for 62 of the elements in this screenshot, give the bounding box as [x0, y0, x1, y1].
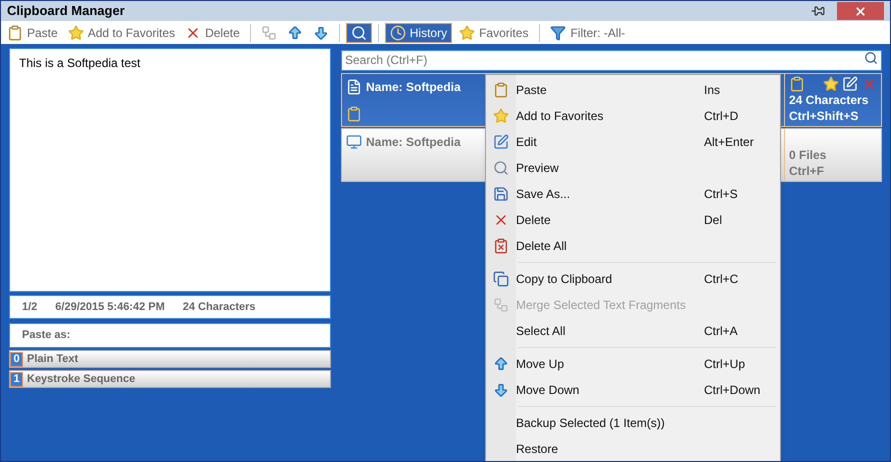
clip-name: Name: Softpedia	[366, 134, 461, 151]
search-icon[interactable]	[864, 51, 878, 65]
menu-item[interactable]: Save As... Ctrl+S	[486, 181, 780, 207]
menu-item[interactable]: Copy to Clipboard Ctrl+C	[486, 266, 780, 292]
clip-shortcut: Ctrl+Shift+S	[789, 108, 860, 124]
merge-icon	[493, 297, 509, 313]
menu-item[interactable]: Delete All	[486, 233, 780, 259]
clip-size: 24 Characters	[789, 92, 870, 108]
menu-item[interactable]: Edit Alt+Enter	[486, 129, 780, 155]
edit-icon	[493, 134, 509, 150]
floppy-icon	[493, 186, 509, 202]
close-icon	[854, 4, 867, 18]
menu-item[interactable]: Add to Favorites Ctrl+D	[486, 103, 780, 129]
clipboard-icon	[346, 106, 362, 122]
date-text: 6/29/2015 5:46:42 PM	[55, 300, 165, 315]
clipboard-icon	[493, 82, 509, 98]
menu-item[interactable]: Move Down Ctrl+Down	[486, 377, 780, 403]
toolbar-button[interactable]: Paste	[3, 22, 62, 42]
window-title: Clipboard Manager	[7, 2, 125, 20]
arrow-down-icon	[312, 24, 329, 40]
close-button[interactable]	[837, 2, 884, 20]
star-icon	[459, 24, 476, 40]
clipboard-delete-icon	[493, 238, 509, 254]
menu-item[interactable]: Backup Selected (1 Item(s))	[486, 410, 780, 436]
edit-icon[interactable]	[842, 76, 858, 92]
preview-text: This is a Softpedia test	[19, 56, 140, 70]
clip-size: 0 Files	[789, 147, 828, 163]
copy-icon	[493, 271, 509, 287]
clip-shortcut: Ctrl+F	[789, 163, 826, 179]
option-key: 1	[10, 372, 23, 386]
size-text: 24 Characters	[182, 300, 256, 315]
search-icon	[350, 24, 367, 40]
view-tab[interactable]: Favorites	[454, 22, 534, 42]
pin-icon[interactable]	[811, 4, 825, 18]
menu-item[interactable]: Move Up Ctrl+Up	[486, 351, 780, 377]
paste-option[interactable]: 0 Plain Text	[9, 350, 331, 368]
monitor-icon	[346, 134, 362, 150]
menu-item[interactable]: Paste Ins	[486, 77, 780, 103]
arrow-up-icon	[286, 24, 303, 40]
clipboard-icon	[7, 24, 23, 40]
toolbar-button[interactable]: Add to Favorites	[64, 22, 180, 42]
filter-icon	[550, 24, 566, 40]
arrow-up-icon	[493, 356, 509, 372]
magnifier-icon	[493, 160, 509, 176]
option-key: 0	[10, 352, 23, 366]
document-icon	[346, 79, 362, 95]
menu-item[interactable]: Select All Ctrl+A	[486, 318, 780, 344]
search-field[interactable]: Search (Ctrl+F)	[341, 50, 882, 70]
menu-item[interactable]: Delete Del	[486, 207, 780, 233]
menu-item[interactable]: Preview	[486, 155, 780, 181]
clip-name: Name: Softpedia	[366, 79, 461, 96]
preview-toggle[interactable]	[346, 22, 372, 42]
arrow-down-icon	[493, 382, 509, 398]
clock-icon	[390, 24, 406, 40]
paste-as-label: Paste as:	[22, 328, 70, 344]
menu-item[interactable]: Restore	[486, 436, 780, 461]
paste-option[interactable]: 1 Keystroke Sequence	[9, 370, 331, 388]
position-text: 1/2	[22, 300, 38, 315]
merge-icon	[260, 24, 277, 40]
toolbar-button[interactable]: Delete	[181, 22, 244, 42]
filter-button[interactable]: Filter: -All-	[546, 22, 630, 42]
view-tab[interactable]: History	[384, 22, 452, 42]
